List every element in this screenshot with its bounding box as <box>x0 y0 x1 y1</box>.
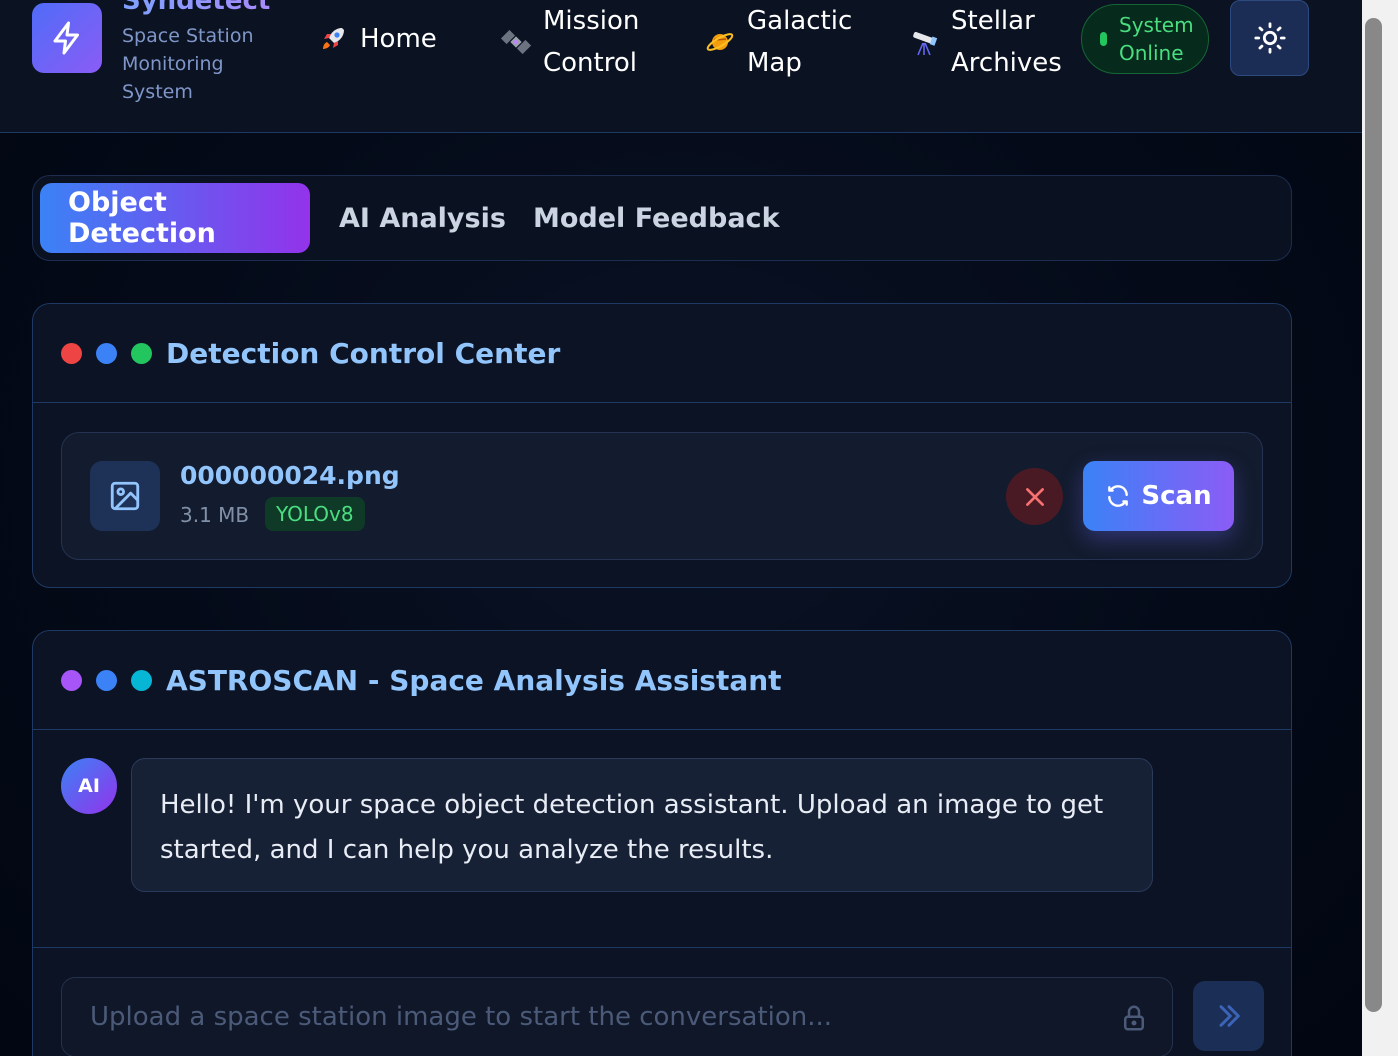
tab-model-feedback[interactable]: Model Feedback <box>505 183 808 253</box>
nav-home-label: Home <box>360 24 437 54</box>
assistant-message: Hello! I'm your space object detection a… <box>131 758 1153 892</box>
blue-dot <box>96 669 117 691</box>
file-size: 3.1 MB <box>180 503 250 527</box>
chat-divider <box>33 947 1291 948</box>
planet-icon <box>703 25 737 59</box>
brand-subtitle: Space Station Monitoring System <box>122 25 254 103</box>
lightning-icon <box>53 21 79 55</box>
assistant-panel: ASTROSCAN - Space Analysis Assistant AI … <box>32 630 1292 1056</box>
vertical-scrollbar[interactable] <box>1362 0 1398 1056</box>
remove-file-button[interactable] <box>1006 468 1063 525</box>
detection-panel-title: Detection Control Center <box>166 336 561 370</box>
app-root: Syndetect Space Station Monitoring Syste… <box>0 0 1362 1056</box>
blue-dot <box>96 342 117 364</box>
purple-dot <box>61 669 82 691</box>
system-status-badge: System Online <box>1081 4 1209 74</box>
rocket-icon <box>316 22 350 56</box>
assistant-panel-title: ASTROSCAN - Space Analysis Assistant <box>166 663 782 697</box>
scan-button[interactable]: Scan <box>1083 461 1234 531</box>
nav-home[interactable]: Home <box>316 18 437 60</box>
file-name: 000000024.png <box>180 461 400 490</box>
theme-toggle-button[interactable] <box>1230 0 1309 76</box>
assistant-panel-header: ASTROSCAN - Space Analysis Assistant <box>33 631 1291 730</box>
telescope-icon <box>907 25 941 59</box>
model-badge: YOLOv8 <box>265 497 365 531</box>
green-dot <box>131 342 152 364</box>
refresh-icon <box>1108 485 1129 507</box>
double-chevron-right-icon <box>1219 1005 1240 1027</box>
tab-ai-analysis[interactable]: AI Analysis <box>311 183 534 253</box>
status-label: System Online <box>1119 13 1194 65</box>
brand-logo[interactable] <box>32 3 102 73</box>
nav-mission-control-label: Mission Control <box>543 6 640 78</box>
send-button[interactable] <box>1193 981 1264 1051</box>
close-icon <box>1025 487 1044 506</box>
scan-label: Scan <box>1141 481 1212 511</box>
nav-galactic-map-label: Galactic Map <box>747 6 853 78</box>
nav-stellar-archives-label: Stellar Archives <box>951 6 1062 78</box>
detection-panel-header: Detection Control Center <box>33 304 1291 403</box>
nav-mission-control[interactable]: Mission Control <box>499 0 673 84</box>
assistant-avatar: AI <box>61 758 117 814</box>
nav-stellar-archives[interactable]: Stellar Archives <box>907 0 1081 84</box>
lock-icon <box>1124 1005 1144 1031</box>
image-icon <box>90 461 160 531</box>
red-dot <box>61 342 82 364</box>
sun-icon <box>1253 22 1286 54</box>
tab-object-detection[interactable]: Object Detection <box>40 183 310 253</box>
detection-control-panel: Detection Control Center 000000024.png 3… <box>32 303 1292 588</box>
chat-input[interactable] <box>61 977 1173 1056</box>
satellite-icon <box>499 25 533 59</box>
nav-galactic-map[interactable]: Galactic Map <box>703 0 877 84</box>
main-tabs: Object Detection AI Analysis Model Feedb… <box>32 175 1292 261</box>
status-indicator-dot <box>1100 32 1107 46</box>
cyan-dot <box>131 669 152 691</box>
top-header: Syndetect Space Station Monitoring Syste… <box>0 0 1362 133</box>
uploaded-file-card: 000000024.png 3.1 MB YOLOv8 Scan <box>61 432 1263 560</box>
scrollbar-thumb[interactable] <box>1365 18 1382 1012</box>
brand-name: Syndetect <box>122 0 270 16</box>
